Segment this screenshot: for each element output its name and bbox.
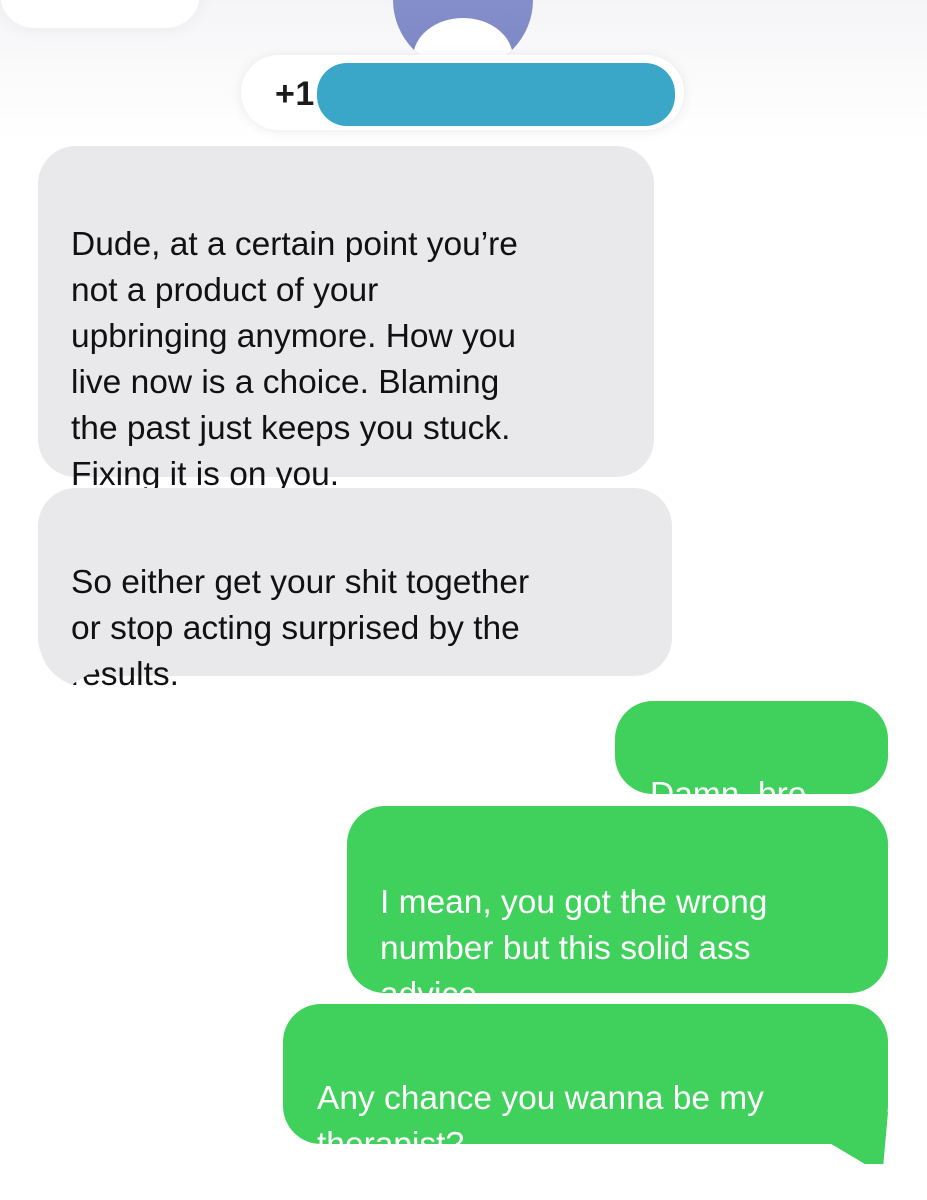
message-bubble-incoming-2[interactable]: So either get your shit together or stop… <box>38 488 672 693</box>
contact-name-pill[interactable]: +1 <box>241 55 684 130</box>
message-text: So either get your shit together or stop… <box>71 564 530 693</box>
message-text: Any chance you wanna be my therapist? <box>317 1080 764 1163</box>
message-bubble-incoming-1[interactable]: Dude, at a certain point you’re not a pr… <box>38 146 654 493</box>
messages-screen: +1 Dude, at a certain point you’re not a… <box>0 0 927 1200</box>
message-bubble-outgoing-3[interactable]: Any chance you wanna be my therapist? <box>283 1004 888 1163</box>
contact-number-prefix: +1 <box>275 75 315 113</box>
message-bubble-outgoing-1[interactable]: Damn, bro. <box>615 701 888 813</box>
message-bubble-outgoing-2[interactable]: I mean, you got the wrong number but thi… <box>347 806 888 1013</box>
previous-message-bubble <box>0 0 200 28</box>
redacted-phone-number <box>317 63 675 126</box>
message-text: Dude, at a certain point you’re not a pr… <box>71 226 518 493</box>
outgoing-bubble-tail <box>830 1112 888 1164</box>
message-text: I mean, you got the wrong number but thi… <box>380 884 768 1013</box>
